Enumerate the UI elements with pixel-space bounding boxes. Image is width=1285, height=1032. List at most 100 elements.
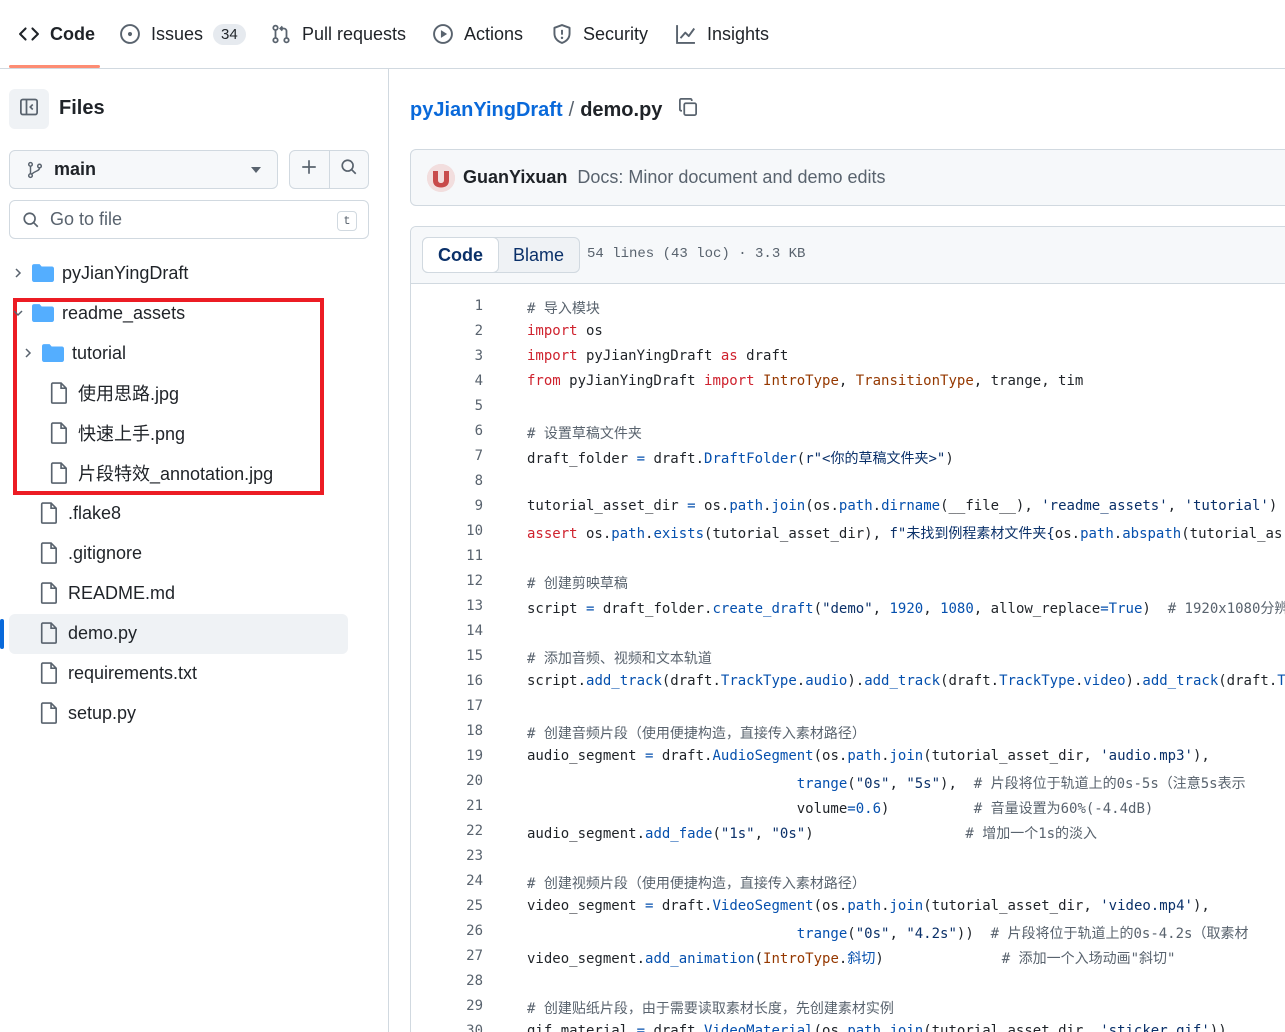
tree-item-label: 使用思路.jpg bbox=[78, 384, 180, 404]
commit-author[interactable]: GuanYixuan bbox=[463, 167, 567, 188]
file-icon bbox=[48, 462, 70, 484]
repo-nav: Code Issues 34 Pull requests Actions Sec… bbox=[0, 0, 1285, 69]
code-line: 30 gif_material = draft.VideoMaterial(os.… bbox=[466, 1023, 1227, 1032]
copy-icon bbox=[678, 97, 698, 123]
code-icon bbox=[18, 23, 40, 45]
play-icon bbox=[432, 23, 454, 45]
code-line: 8 bbox=[474, 473, 483, 489]
branch-name: main bbox=[54, 159, 97, 179]
code-line: 6 # 设置草稿文件夹 bbox=[474, 423, 642, 442]
tab-label: Security bbox=[583, 23, 649, 44]
file-viewer: Code Blame 54 lines (43 loc) · 3.3 KB 1 #… bbox=[410, 226, 1285, 1032]
file-actions bbox=[289, 150, 369, 189]
tab-insights[interactable]: Insights bbox=[675, 0, 769, 68]
file-icon bbox=[48, 422, 70, 444]
code-line: 21 volume=0.6) # 音量设置为60%(-4.4dB) bbox=[466, 798, 1154, 817]
add-file-button[interactable] bbox=[290, 151, 329, 188]
code-line: 17 bbox=[466, 698, 483, 714]
file-icon bbox=[48, 382, 70, 404]
branch-icon bbox=[26, 161, 44, 179]
tab-label: Actions bbox=[464, 23, 524, 44]
view-toggle: Code Blame bbox=[422, 237, 581, 273]
chevron-down-icon bbox=[10, 307, 26, 319]
code-line: 5 bbox=[474, 398, 483, 414]
tab-code[interactable]: Code bbox=[18, 0, 95, 68]
tree-folder-readme-assets[interactable]: readme_assets bbox=[10, 295, 185, 331]
breadcrumb-repo-link[interactable]: pyJianYingDraft bbox=[410, 99, 563, 122]
selected-indicator bbox=[0, 619, 4, 649]
code-view-button[interactable]: Code bbox=[422, 237, 499, 273]
issues-count-badge: 34 bbox=[213, 23, 246, 45]
code-line: 11 bbox=[466, 548, 483, 564]
code-line: 14 bbox=[466, 623, 483, 639]
code-line: 29 # 创建贴纸片段，由于需要读取素材长度，先创建素材实例 bbox=[466, 998, 894, 1017]
tab-pull-requests[interactable]: Pull requests bbox=[270, 0, 406, 68]
sidebar-collapse-icon bbox=[19, 97, 39, 122]
search-button[interactable] bbox=[328, 151, 368, 188]
tree-file[interactable]: 使用思路.jpg bbox=[48, 375, 179, 411]
latest-commit: GuanYixuan Docs: Minor document and demo… bbox=[410, 149, 1285, 206]
tree-file[interactable]: 片段特效_annotation.jpg bbox=[48, 455, 273, 491]
file-icon bbox=[38, 502, 60, 524]
collapse-sidebar-button[interactable] bbox=[9, 89, 49, 129]
code-line: 15 # 添加音频、视频和文本轨道 bbox=[466, 648, 712, 667]
code-line: 16 script.add_track(draft.TrackType.audio… bbox=[466, 673, 1285, 689]
plus-icon bbox=[300, 158, 318, 181]
files-heading: Files bbox=[59, 97, 105, 119]
go-to-file-input[interactable] bbox=[50, 209, 320, 230]
tree-item-label: 片段特效_annotation.jpg bbox=[78, 464, 274, 484]
branch-selector[interactable]: main bbox=[9, 150, 278, 189]
shield-icon bbox=[551, 23, 573, 45]
pull-request-icon bbox=[270, 23, 292, 45]
tree-item-label: 快速上手.png bbox=[78, 424, 186, 444]
code-line: 25 video_segment = draft.VideoSegment(os.… bbox=[466, 898, 1210, 914]
blame-view-button[interactable]: Blame bbox=[498, 238, 579, 272]
code-line: 9 tutorial_asset_dir = os.path.join(os.pa… bbox=[474, 498, 1278, 514]
file-icon bbox=[38, 662, 60, 684]
tab-security[interactable]: Security bbox=[551, 0, 648, 68]
code-line: 12 # 创建剪映草稿 bbox=[466, 573, 628, 592]
code-line: 24 # 创建视频片段（使用便捷构造，直接传入素材路径） bbox=[466, 873, 866, 892]
code-line: 22 audio_segment.add_fade("1s", "0s") # 增… bbox=[466, 823, 1098, 842]
avatar[interactable] bbox=[427, 163, 455, 192]
file-header: Code Blame 54 lines (43 loc) · 3.3 KB bbox=[411, 227, 1285, 284]
search-icon bbox=[340, 158, 358, 181]
tree-item-label: readme_assets bbox=[62, 302, 186, 323]
code-line: 4 from pyJianYingDraft import IntroType, … bbox=[474, 373, 1084, 389]
tab-actions[interactable]: Actions bbox=[432, 0, 523, 68]
tree-file[interactable]: setup.py bbox=[38, 695, 136, 731]
tree-item-label: demo.py bbox=[68, 622, 138, 643]
code-line: 23 bbox=[466, 848, 483, 864]
keyboard-shortcut-hint: t bbox=[337, 211, 357, 231]
tree-file-selected[interactable]: demo.py bbox=[38, 615, 137, 651]
tree-item-label: tutorial bbox=[72, 342, 127, 363]
breadcrumb-filename: demo.py bbox=[580, 98, 663, 121]
go-to-file[interactable]: t bbox=[9, 200, 369, 239]
tree-file[interactable]: .flake8 bbox=[38, 495, 121, 531]
tree-item-label: pyJianYingDraft bbox=[62, 262, 189, 283]
tree-folder-pyjianyingdraft[interactable]: pyJianYingDraft bbox=[10, 255, 188, 291]
tab-issues[interactable]: Issues 34 bbox=[119, 0, 246, 68]
tree-file[interactable]: .gitignore bbox=[38, 535, 142, 571]
search-icon bbox=[22, 211, 40, 229]
tree-folder-tutorial[interactable]: tutorial bbox=[20, 335, 126, 371]
code-line: 20 trange("0s", "5s"), # 片段将位于轨道上的0s-5s（… bbox=[466, 773, 1246, 792]
tree-file[interactable]: README.md bbox=[38, 575, 175, 611]
code-line: 7 draft_folder = draft.DraftFolder(r"<你的草… bbox=[474, 448, 954, 467]
code-line: 28 bbox=[466, 973, 483, 989]
tree-item-label: .flake8 bbox=[68, 502, 122, 523]
code-line: 1 # 导入模块 bbox=[474, 298, 600, 317]
copy-path-button[interactable] bbox=[678, 97, 698, 123]
commit-message[interactable]: Docs: Minor document and demo edits bbox=[577, 167, 885, 188]
file-icon bbox=[38, 702, 60, 724]
tree-file[interactable]: 快速上手.png bbox=[48, 415, 185, 451]
file-icon bbox=[38, 582, 60, 604]
folder-icon bbox=[32, 262, 54, 284]
file-icon bbox=[38, 542, 60, 564]
graph-icon bbox=[675, 23, 697, 45]
tree-item-label: requirements.txt bbox=[68, 662, 198, 683]
tree-file[interactable]: requirements.txt bbox=[38, 655, 197, 691]
issue-icon bbox=[119, 23, 141, 45]
breadcrumb: pyJianYingDraft / demo.py bbox=[410, 97, 698, 123]
code-line: 2 import os bbox=[474, 323, 603, 339]
